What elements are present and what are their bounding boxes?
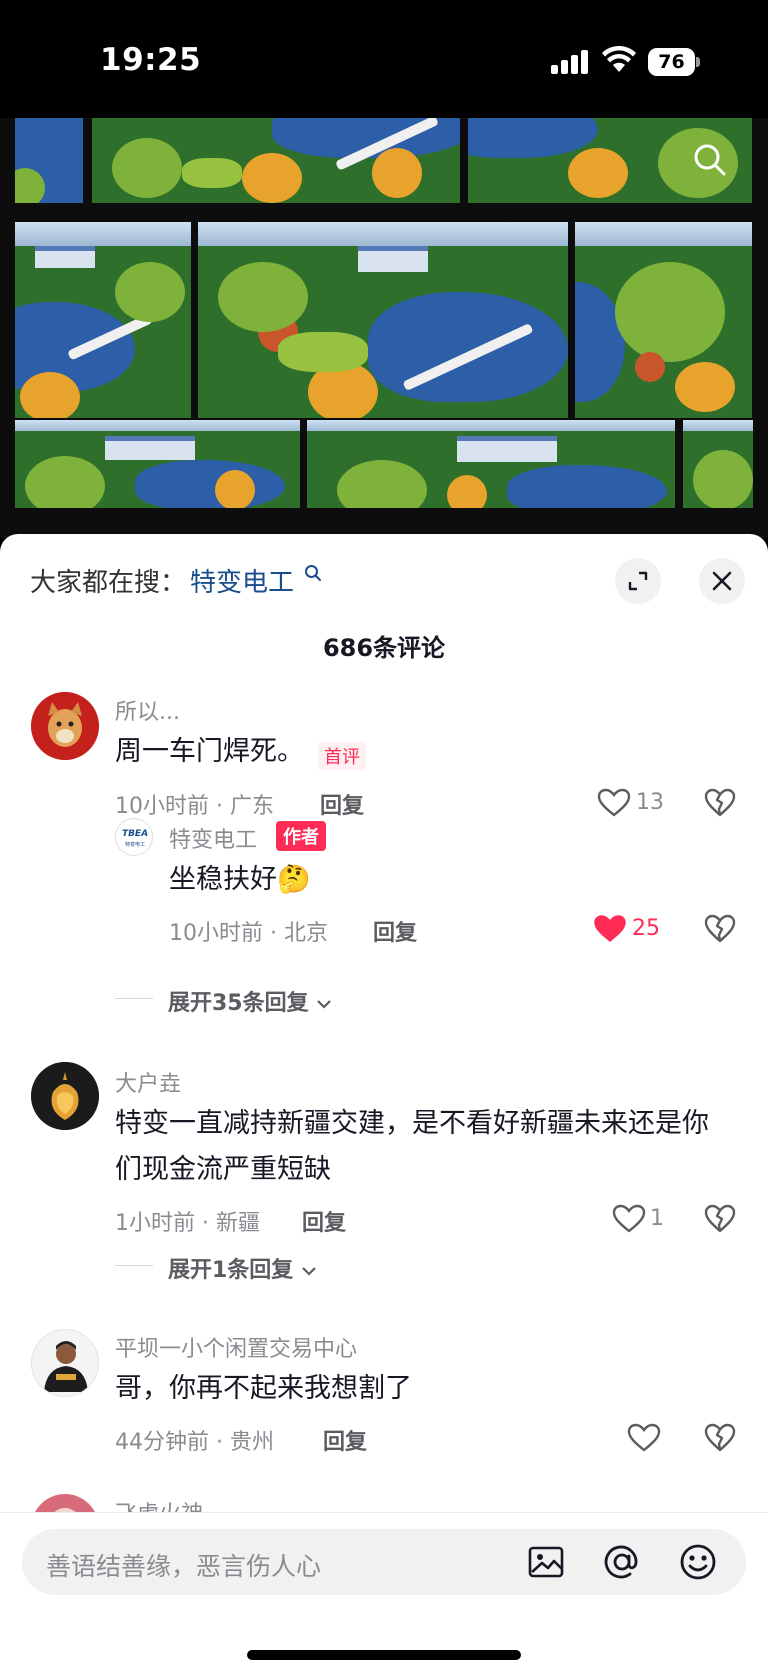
heart-icon[interactable] [627, 1423, 661, 1453]
author-avatar[interactable]: TBEA 特变电工 [115, 818, 153, 856]
search-icon[interactable] [690, 140, 730, 180]
chevron-down-icon [317, 1000, 332, 1009]
author-badge: 作者 [276, 821, 326, 851]
comment-text-continued: 们现金流严重短缺 [115, 1154, 331, 1185]
comment-username[interactable]: 大户垚 [115, 1066, 181, 1098]
video-frame [575, 222, 752, 418]
comment-input[interactable]: 善语结善缘，恶言伤人心 [22, 1529, 746, 1595]
video-frame [198, 222, 568, 418]
first-comment-badge: 首评 [318, 742, 366, 770]
dislike-icon[interactable] [704, 1204, 736, 1234]
like-count: 1 [650, 1206, 664, 1231]
emoji-icon[interactable] [678, 1542, 718, 1582]
comment-username[interactable]: 平坝一小个闲置交易中心 [115, 1331, 357, 1363]
hot-search-link[interactable]: 特变电工 [190, 562, 294, 599]
video-frame [92, 118, 460, 203]
comment-count: 686条评论 [322, 634, 446, 662]
reply-button[interactable]: 回复 [323, 1424, 367, 1456]
heart-icon[interactable] [612, 1204, 646, 1234]
comment-panel: 大家都在搜： 特变电工 686条评论 所以... 周一车门焊死。 首评 10小时… [0, 534, 768, 1670]
dislike-icon[interactable] [704, 914, 736, 944]
expand-replies-button[interactable]: 展开1条回复 [168, 1252, 317, 1284]
status-bar: 19:25 76 [0, 0, 768, 118]
close-icon [712, 571, 732, 591]
reply-button[interactable]: 回复 [302, 1205, 346, 1237]
reply-username[interactable]: 特变电工 [169, 822, 257, 854]
svg-text:特变电工: 特变电工 [125, 841, 145, 848]
comment-text: 哥，你再不起来我想割了 [115, 1373, 412, 1404]
expand-button[interactable] [615, 558, 661, 604]
heart-icon[interactable] [597, 788, 631, 818]
expand-divider [115, 998, 153, 999]
wifi-icon [602, 46, 636, 72]
like-count: 13 [636, 790, 664, 815]
reply-meta: 10小时前 · 北京 [169, 921, 328, 946]
reply-button[interactable]: 回复 [320, 788, 364, 820]
expand-divider [115, 1265, 153, 1266]
video-frame [15, 118, 83, 203]
reply-text: 坐稳扶好🤔 [169, 864, 311, 895]
video-frame [683, 420, 753, 508]
comment-input-bar: 善语结善缘，恶言伤人心 [0, 1512, 768, 1670]
at-icon[interactable] [602, 1542, 642, 1582]
dislike-icon[interactable] [704, 788, 736, 818]
svg-text:TBEA: TBEA [122, 829, 148, 839]
expand-icon [628, 571, 648, 591]
close-button[interactable] [699, 558, 745, 604]
reply-button[interactable]: 回复 [373, 915, 417, 947]
expand-replies-button[interactable]: 展开35条回复 [168, 985, 332, 1017]
avatar[interactable] [31, 692, 99, 760]
comment-meta: 10小时前 · 广东 [115, 794, 274, 819]
status-time: 19:25 [100, 42, 202, 78]
video-frame [15, 420, 300, 508]
comment-username[interactable]: 所以... [115, 694, 180, 726]
video-frame [15, 222, 191, 418]
search-icon[interactable] [304, 564, 322, 582]
avatar[interactable] [31, 1329, 99, 1397]
video-player[interactable] [0, 118, 768, 538]
thinking-emoji-icon: 🤔 [277, 864, 311, 895]
home-indicator[interactable] [247, 1650, 521, 1660]
dislike-icon[interactable] [704, 1423, 736, 1453]
hot-search-label: 大家都在搜： [30, 568, 187, 598]
comment-meta: 44分钟前 · 贵州 [115, 1430, 274, 1455]
comment-input-placeholder: 善语结善缘，恶言伤人心 [46, 1552, 322, 1581]
comment-text: 特变一直减持新疆交建，是不看好新疆未来还是你 [115, 1108, 709, 1139]
video-frame [307, 420, 675, 508]
battery-icon: 76 [648, 48, 700, 76]
like-count: 25 [632, 916, 660, 941]
comment-text: 周一车门焊死。 [115, 736, 304, 767]
image-icon[interactable] [526, 1542, 566, 1582]
comment-meta: 1小时前 · 新疆 [115, 1211, 260, 1236]
cellular-signal-icon [551, 50, 589, 74]
avatar[interactable] [31, 1062, 99, 1130]
battery-level: 76 [648, 48, 695, 76]
chevron-down-icon [302, 1267, 316, 1276]
comment-panel-header: 大家都在搜： 特变电工 [0, 534, 768, 610]
heart-icon[interactable] [593, 914, 627, 944]
